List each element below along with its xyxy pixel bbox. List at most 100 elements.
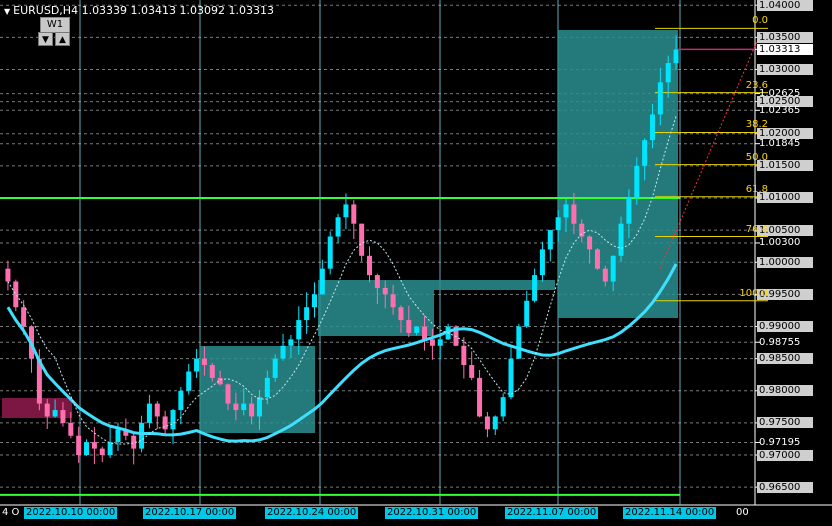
candle-body — [547, 230, 553, 250]
candle-body — [642, 140, 648, 166]
candle-body — [68, 422, 74, 436]
price-label: 1.03500 — [757, 31, 813, 43]
time-label: 2022.11.07 00:00 — [505, 507, 599, 519]
candle-body — [602, 268, 608, 282]
candle-body — [469, 365, 475, 378]
candle-body — [508, 358, 514, 398]
candle-body — [477, 377, 483, 417]
candle-body — [139, 422, 145, 449]
candle-body — [563, 204, 569, 218]
symbol-header: ▼ EURUSD,H4 1.03339 1.03413 1.03092 1.033… — [4, 4, 274, 17]
price-label: 0.96500 — [757, 481, 813, 493]
time-axis-partial-left: 4 O — [2, 507, 20, 518]
candle-body — [634, 165, 640, 198]
price-label: 0.97195 — [759, 436, 801, 448]
timeframe-badge[interactable]: W1 — [40, 17, 70, 33]
collapse-triangle-icon[interactable]: ▼ — [4, 7, 10, 16]
fibonacci-level-label: 23.6 — [745, 79, 768, 91]
candle-body — [13, 281, 19, 308]
price-label: 0.98500 — [757, 353, 813, 365]
price-label: 1.02365 — [759, 104, 801, 116]
candle-body — [154, 403, 160, 417]
candle-body — [437, 339, 443, 346]
price-label: 0.98755 — [759, 336, 801, 348]
candle-body — [382, 287, 388, 295]
candle-body — [241, 403, 247, 411]
price-label: 1.01845 — [759, 138, 801, 150]
candle-body — [406, 320, 412, 333]
price-label: 1.03313 — [757, 43, 813, 55]
candle-body — [178, 390, 184, 411]
candle-body — [673, 49, 679, 64]
candle-body — [539, 249, 545, 276]
timeframe-arrows: ▼ ▲ — [38, 32, 70, 46]
candle-body — [359, 223, 365, 256]
candle-body — [516, 326, 522, 359]
candle-body — [280, 345, 286, 359]
candle-body — [44, 403, 50, 417]
candle-body — [390, 294, 396, 308]
price-label: 1.03000 — [757, 63, 813, 75]
price-label: 1.00000 — [757, 256, 813, 268]
time-label: 2022.10.31 00:00 — [385, 507, 479, 519]
candle-body — [532, 275, 538, 301]
candle-body — [587, 236, 593, 250]
candle-body — [5, 268, 11, 282]
candle-body — [194, 358, 200, 372]
candle-body — [343, 204, 349, 218]
candle-body — [319, 268, 325, 295]
candle-body — [335, 217, 341, 237]
candle-body — [146, 403, 152, 423]
candle-body — [649, 114, 655, 141]
candle-body — [107, 442, 113, 456]
candle-body — [170, 410, 176, 430]
candle-body — [201, 358, 207, 366]
time-axis-partial-right: 00 — [736, 507, 749, 518]
candle-body — [296, 320, 302, 340]
time-label: 2022.10.24 00:00 — [265, 507, 359, 519]
price-label: 0.98000 — [757, 385, 813, 397]
candle-body — [99, 448, 105, 456]
chart-window[interactable]: ▼ EURUSD,H4 1.03339 1.03413 1.03092 1.033… — [0, 0, 832, 526]
candle-body — [398, 307, 404, 321]
fibonacci-level-label: 0.0 — [752, 15, 768, 27]
candle-body — [115, 429, 121, 443]
candle-body — [594, 249, 600, 269]
candle-body — [429, 339, 435, 346]
arrow-down-icon[interactable]: ▼ — [38, 32, 53, 46]
fibonacci-level-label: 61.8 — [745, 183, 768, 195]
candle-body — [60, 410, 66, 423]
candle-body — [367, 255, 373, 276]
candle-body — [311, 294, 317, 308]
candle-body — [304, 307, 310, 321]
candle-body — [84, 442, 90, 456]
candle-body — [626, 197, 632, 224]
arrow-up-icon[interactable]: ▲ — [55, 32, 70, 46]
candle-body — [414, 326, 420, 333]
candle-body — [422, 326, 428, 340]
candle-body — [492, 416, 498, 430]
candle-body — [484, 416, 490, 430]
candle-body — [571, 204, 577, 224]
candle-body — [524, 300, 530, 327]
fibonacci-level-label: 50.0 — [745, 151, 768, 163]
time-label: 2022.10.17 00:00 — [143, 507, 237, 519]
price-chart[interactable] — [0, 0, 832, 526]
candle-body — [374, 275, 380, 288]
price-label: 0.97500 — [757, 417, 813, 429]
candle-body — [461, 345, 467, 366]
candle-body — [256, 397, 262, 417]
fibonacci-level-label: 38.2 — [745, 119, 768, 131]
fibonacci-level-label: 76.4 — [745, 223, 768, 235]
candle-body — [249, 403, 255, 417]
candle-body — [665, 63, 671, 83]
candle-body — [186, 371, 192, 391]
candle-body — [500, 397, 506, 417]
price-label: 0.99000 — [757, 321, 813, 332]
candle-body — [52, 410, 58, 417]
symbol-info-text: EURUSD,H4 1.03339 1.03413 1.03092 1.0331… — [13, 4, 275, 17]
candle-body — [327, 236, 333, 269]
candle-body — [579, 223, 585, 237]
candle-body — [657, 82, 663, 115]
candle-body — [288, 339, 294, 346]
